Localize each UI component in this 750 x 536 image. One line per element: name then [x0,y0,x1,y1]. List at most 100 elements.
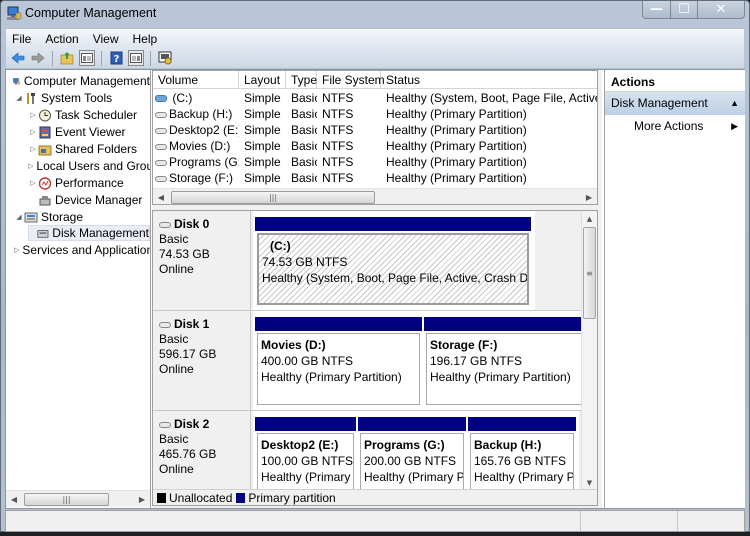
forward-button[interactable] [30,50,46,66]
partition-details[interactable]: Storage (F:) 196.17 GB NTFS Healthy (Prima… [426,333,582,405]
expanded-triangle-icon[interactable]: ◢ [14,213,24,221]
properties-button[interactable] [157,50,173,66]
partition-size: 196.17 GB NTFS [430,354,523,368]
tree-item-label: Storage [41,210,84,224]
tree-item-device-manager[interactable]: Device Manager [28,192,150,208]
collapsed-triangle-icon[interactable]: ▷ [28,145,38,153]
scroll-up-arrow-icon[interactable]: ▲ [582,211,597,227]
disk-size: 596.17 GB [159,347,217,361]
column-header-layout[interactable]: Layout [239,71,286,89]
primary-partition-bar [255,317,422,331]
disk-info[interactable]: Disk 0 Basic 74.53 GB Online [153,211,251,310]
tree-item-task-scheduler[interactable]: ▷ Task Scheduler [28,107,150,123]
volume-cell-volume: Backup (H:) [153,106,239,122]
primary-partition-bar [255,417,356,431]
column-header-file-system[interactable]: File System [317,71,385,89]
tree-item-event-viewer[interactable]: ▷ Event Viewer [28,124,150,140]
caption-buttons: — ☐ ✕ [642,1,745,19]
expanded-triangle-icon[interactable]: ◢ [14,94,24,102]
disk-name: Disk 0 [159,217,250,232]
scrollbar-thumb[interactable]: ||| [171,190,375,204]
partition-details[interactable]: (C:) 74.53 GB NTFS Healthy (System, Boot, … [257,233,529,305]
tree-item-local-users-and-groups[interactable]: ▷ Local Users and Groups [28,158,150,174]
disk-state: Online [159,362,194,376]
volume-cell-layout: Simple [239,138,286,154]
menu-view[interactable]: View [93,32,119,46]
tree-item-performance[interactable]: ▷ Performance [28,175,150,191]
show-hide-console-tree-button[interactable] [79,50,95,66]
collapsed-triangle-icon[interactable]: ▷ [28,111,38,119]
tools-icon [27,92,35,104]
collapsed-triangle-icon[interactable]: ▷ [28,179,38,187]
show-hide-action-pane-button[interactable] [128,50,144,66]
volume-list-row[interactable]: Movies (D:) Simple Basic NTFS Healthy (Prima… [153,138,597,154]
scroll-right-arrow-icon[interactable]: ▶ [134,495,150,504]
tree-horizontal-scrollbar[interactable]: ◀ ||| ▶ [6,490,150,507]
status-segment [678,511,744,531]
partition-block[interactable]: (C:) 74.53 GB NTFS Healthy (System, Boot, … [255,217,531,305]
actions-header: Actions [605,70,745,92]
volume-cell-status: Healthy (Primary Partition) [381,170,597,186]
up-one-level-button[interactable] [59,50,75,66]
cell-text: NTFS [322,91,354,105]
scrollbar-thumb[interactable]: ||| [24,492,109,506]
volume-list-horizontal-scrollbar[interactable]: ◀ ||| ▶ [153,188,597,204]
partition-block[interactable]: Movies (D:) 400.00 GB NTFS Healthy (Primar… [255,317,422,405]
column-header-status[interactable]: Status [381,71,597,89]
close-button[interactable]: ✕ [698,1,744,18]
computer-management-window: Computer Management — ☐ ✕ File Action Vi… [0,0,750,532]
primary-partition-bar [255,217,531,231]
scroll-left-arrow-icon[interactable]: ◀ [153,193,169,202]
column-header-type[interactable]: Type [286,71,317,89]
volume-list-row[interactable]: Programs (G:) Simple Basic NTFS Healthy (Pri… [153,154,597,170]
column-header-volume[interactable]: Volume [153,71,239,89]
tree-item-system-tools[interactable]: ◢ System Tools [14,90,150,106]
scroll-right-arrow-icon[interactable]: ▶ [581,193,597,202]
volume-drive-icon [155,175,167,182]
volume-cell-type: Basic [286,106,317,122]
menu-file[interactable]: File [12,32,31,46]
collapsed-triangle-icon[interactable]: ▷ [28,128,38,136]
collapsed-triangle-icon[interactable]: ▷ [14,246,19,254]
primary-partition-swatch [236,492,246,503]
collapsed-triangle-icon[interactable]: ▷ [28,162,33,170]
collapse-up-icon[interactable]: ▲ [730,92,739,115]
actions-section-disk-management[interactable]: Disk Management ▲ [605,92,745,115]
volume-list-row[interactable]: Backup (H:) Simple Basic NTFS Healthy (Prima… [153,106,597,122]
volume-cell-status: Healthy (Primary Partition) [381,106,597,122]
scrollbar-thumb[interactable]: ≡ [583,227,596,319]
disk-view-vertical-scrollbar[interactable]: ▲ ≡ ▼ [581,211,597,505]
action-more-actions[interactable]: More Actions ▶ [605,115,745,137]
partition-block[interactable]: Storage (F:) 196.17 GB NTFS Healthy (Prima… [424,317,584,405]
volume-cell-type: Basic [286,122,317,138]
title-bar[interactable]: Computer Management — ☐ ✕ [1,1,749,27]
cell-text: Healthy (Primary Partition) [386,123,527,137]
partition-title: Desktop2 (E:) [261,438,339,452]
tree-item-storage[interactable]: ◢ Storage [14,209,150,225]
volume-list-row[interactable]: (C:) Simple Basic NTFS Healthy (System, Boot… [153,90,597,106]
minimize-button[interactable]: — [643,1,671,18]
help-button[interactable]: ? [108,50,124,66]
volume-list-row[interactable]: Storage (F:) Simple Basic NTFS Healthy (Prim… [153,170,597,186]
tree-item-label: Local Users and Groups [36,159,150,173]
partition-title: (C:) [270,239,291,253]
menu-action[interactable]: Action [45,32,78,46]
partition-legend: Unallocated Primary partition [153,489,597,505]
tree-item-shared-folders[interactable]: ▷ Shared Folders [28,141,150,157]
menu-bar: File Action View Help [5,28,745,48]
tree-item-services-and-applications[interactable]: ▷ Services and Applications [14,242,150,258]
console-tree-pane: Computer Management ◢ System Tools ▷ Tas… [6,70,151,508]
menu-help[interactable]: Help [133,32,158,46]
disk-info[interactable]: Disk 1 Basic 596.17 GB Online [153,311,251,410]
partition-details[interactable]: Movies (D:) 400.00 GB NTFS Healthy (Primar… [257,333,420,405]
tree-item-disk-management[interactable]: Disk Management [28,225,150,241]
volume-cell-file-system: NTFS [317,154,381,170]
maximize-button[interactable]: ☐ [671,1,698,18]
partition-size: 165.76 GB NTFS [474,454,567,468]
volume-list-row[interactable]: Desktop2 (E:) Simple Basic NTFS Healthy (Pri… [153,122,597,138]
back-button[interactable] [10,50,26,66]
folder-up-icon [60,52,73,65]
scroll-left-arrow-icon[interactable]: ◀ [6,495,22,504]
cell-text: Desktop2 (E:) [169,123,239,137]
tree-item-computer-management[interactable]: Computer Management [8,73,150,89]
